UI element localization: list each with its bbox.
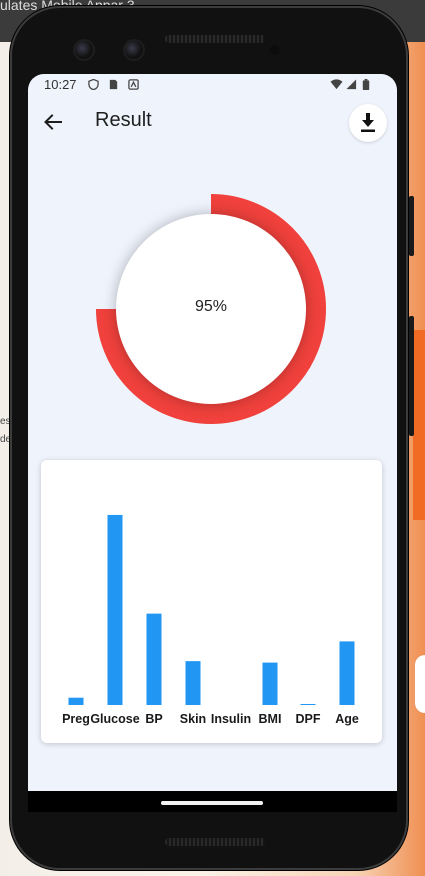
- tick-label-bmi: BMI: [259, 712, 282, 726]
- edge-text-line: de: [0, 434, 10, 445]
- page-title: Result: [95, 109, 152, 131]
- download-button[interactable]: [349, 104, 387, 142]
- desktop-accent: [413, 330, 425, 520]
- volume-button: [409, 196, 414, 256]
- tick-label-preg: Preg: [62, 712, 90, 726]
- app-bar: Result: [28, 98, 397, 148]
- tick-label-insulin: Insulin: [211, 712, 251, 726]
- battery-icon: [362, 79, 370, 90]
- shield-icon: [88, 79, 99, 90]
- proximity-sensor: [270, 45, 280, 55]
- notification-icon: [128, 79, 139, 90]
- front-camera-icon: [75, 41, 93, 59]
- download-icon: [361, 113, 375, 132]
- bar-glucose: [107, 514, 123, 705]
- signal-icon: [346, 79, 357, 90]
- edge-text-line: ess: [0, 416, 10, 427]
- tick-label-dpf: DPF: [296, 712, 321, 726]
- tick-label-skin: Skin: [180, 712, 206, 726]
- bar-preg: [68, 697, 84, 705]
- power-button: [409, 316, 414, 436]
- result-gauge: 95%: [96, 194, 326, 424]
- tick-label-age: Age: [335, 712, 359, 726]
- status-time: 10:27: [44, 77, 77, 92]
- earpiece-speaker: [165, 35, 265, 43]
- navigation-bar: [28, 791, 397, 812]
- app-screen: 10:27 Result 95% Preg Glucose BP Skin In…: [28, 74, 397, 812]
- bar-bmi: [262, 662, 278, 705]
- front-camera-icon: [125, 41, 143, 59]
- desktop-circle: [415, 655, 425, 713]
- bar-chart: Preg Glucose BP Skin Insulin BMI DPF Age: [62, 514, 359, 726]
- sim-card-icon: [109, 79, 118, 90]
- bar-skin: [185, 661, 201, 705]
- wifi-icon: [330, 79, 343, 90]
- gauge-percentage: 95%: [194, 298, 228, 315]
- bar-dpf: [300, 704, 316, 705]
- tick-label-glucose: Glucose: [90, 712, 139, 726]
- bottom-speaker: [165, 838, 265, 846]
- status-bar: 10:27: [28, 74, 397, 98]
- desktop-edge-text: ess de: [0, 413, 10, 449]
- chart-card: Preg Glucose BP Skin Insulin BMI DPF Age: [41, 460, 382, 743]
- home-handle[interactable]: [161, 801, 263, 805]
- tick-label-bp: BP: [145, 712, 162, 726]
- arrow-back-icon[interactable]: [38, 107, 68, 137]
- bar-bp: [146, 613, 162, 705]
- bar-age: [339, 641, 355, 705]
